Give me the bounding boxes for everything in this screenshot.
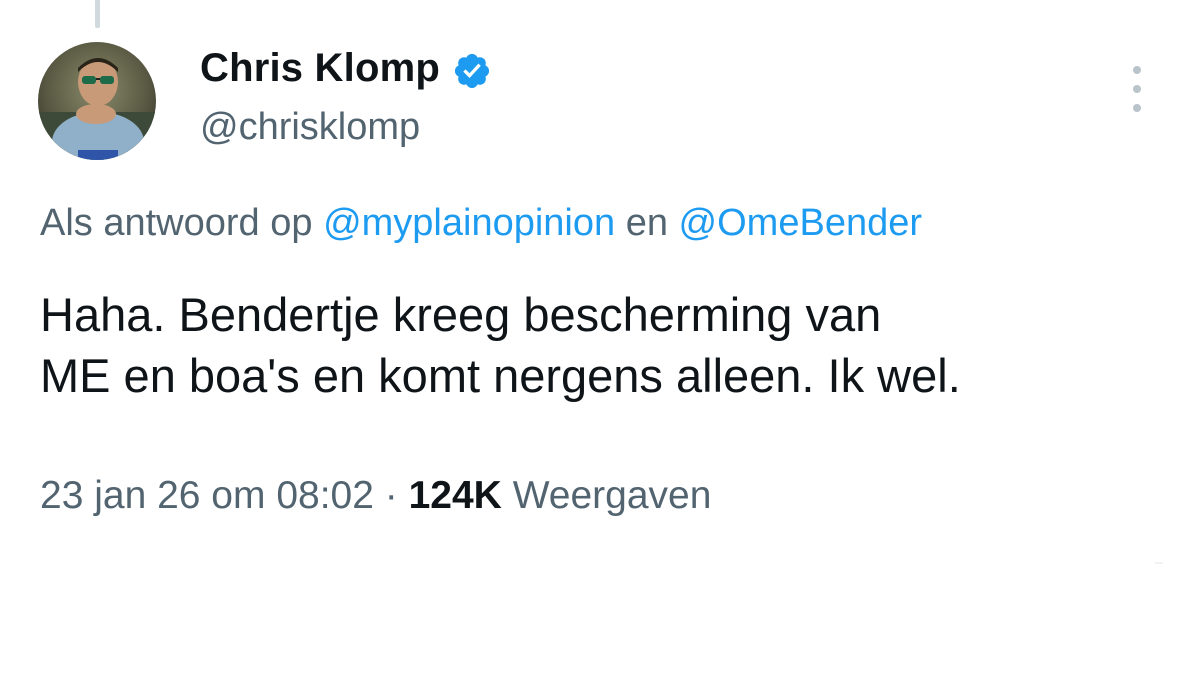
avatar[interactable] [38,42,156,160]
more-options-button[interactable] [1122,66,1152,112]
reply-prefix: Als antwoord op [40,202,313,244]
mention-link-myplainopinion[interactable]: @myplainopinion [323,202,615,244]
divider [1155,562,1163,564]
tweet-timestamp[interactable]: 23 jan 26 om 08:02 [40,474,374,517]
reply-context: Als antwoord op @myplainopinion en @OmeB… [40,202,922,245]
meta-separator: · [384,474,398,517]
author-handle[interactable]: @chrisklomp [200,106,420,149]
author-display-name[interactable]: Chris Klomp [200,46,440,91]
tweet-text-line: Haha. Bendertje kreeg bescherming van [40,288,882,341]
verified-badge-icon[interactable] [452,51,492,91]
more-vertical-icon [1133,66,1141,74]
views-count: 124K [408,474,502,517]
tweet-text-line: ME en boa's en komt nergens alleen. Ik w… [40,349,961,402]
thread-connector-line [95,0,100,28]
reply-joiner: en [625,202,668,244]
more-dot-middle [1133,85,1141,93]
mention-link-omebender[interactable]: @OmeBender [679,202,922,244]
profile-photo-icon [38,42,156,160]
views-label: Weergaven [512,474,712,517]
more-dot-bottom [1133,104,1141,112]
tweet-meta: 23 jan 26 om 08:02 · 124K Weergaven [40,474,711,518]
tweet-text: Haha. Bendertje kreeg bescherming van ME… [40,284,1170,406]
